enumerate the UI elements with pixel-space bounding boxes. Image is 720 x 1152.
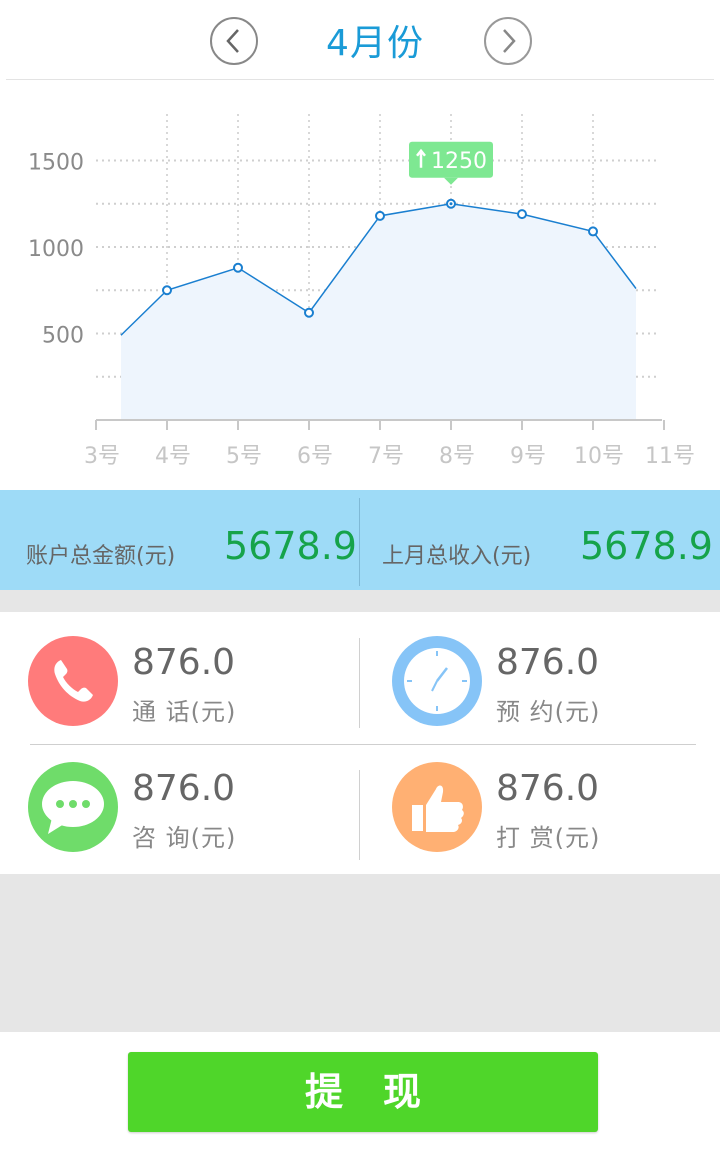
- data-point-center: [449, 202, 453, 206]
- x-tick-label: 11号: [645, 444, 695, 469]
- data-point: [588, 226, 598, 237]
- data-point: [162, 285, 172, 296]
- consult-label: 咨 询(元): [132, 824, 237, 852]
- month-title: 4月份: [326, 23, 424, 64]
- x-tick-label: 8号: [439, 444, 475, 469]
- x-tick-label: 10号: [574, 444, 624, 469]
- last-month-value: 5678.9: [580, 524, 713, 568]
- clock-icon: [392, 636, 482, 726]
- account-total-label: 账户总金额(元): [26, 544, 176, 569]
- bottom-bar: 提现: [0, 1032, 720, 1152]
- chevron-left-icon: [226, 29, 239, 53]
- stats-panel: 876.0 通 话(元) 876.0 预 约(元) 876.0 咨 询(元) 8…: [0, 612, 720, 874]
- last-month-label: 上月总收入(元): [382, 544, 532, 569]
- account-total: 账户总金额(元) 5678.9: [0, 490, 360, 590]
- data-point: [375, 210, 385, 221]
- header: 4月份: [0, 0, 720, 80]
- data-point: [233, 262, 243, 273]
- last-month-income: 上月总收入(元) 5678.9: [360, 490, 720, 590]
- thumbs-up-icon: [392, 762, 482, 852]
- series-area: [121, 203, 636, 420]
- appointment-label: 预 约(元): [496, 698, 601, 726]
- phone-icon: [28, 636, 118, 726]
- income-chart: 3号 4号 5号 6号 7号 8号 9号 10号 11号 500 1000 1500 1250: [0, 80, 720, 490]
- stats-divider-middle: [30, 744, 696, 745]
- stat-consult[interactable]: 876.0 咨 询(元): [28, 762, 358, 862]
- consult-amount: 876.0: [132, 768, 236, 809]
- stats-divider-bottom: [359, 770, 360, 860]
- chevron-right-icon: [503, 29, 516, 53]
- empty-area: [0, 874, 720, 1032]
- x-tick-label: 3号: [84, 444, 120, 469]
- data-point: [304, 307, 314, 318]
- account-total-value: 5678.9: [224, 524, 357, 568]
- stats-divider-top: [359, 638, 360, 728]
- x-tick-label: 9号: [510, 444, 546, 469]
- next-month-button[interactable]: [484, 17, 532, 65]
- appointment-amount: 876.0: [496, 642, 600, 683]
- y-tick-label: 1000: [28, 237, 84, 262]
- call-amount: 876.0: [132, 642, 236, 683]
- y-tick-label: 500: [42, 324, 84, 349]
- reward-label: 打 赏(元): [496, 824, 601, 852]
- tooltip-value: 1250: [431, 149, 487, 174]
- separator-strip: [0, 590, 720, 612]
- prev-month-button[interactable]: [210, 17, 258, 65]
- tooltip-pointer: [444, 177, 458, 185]
- stat-appointment[interactable]: 876.0 预 约(元): [392, 636, 720, 736]
- call-label: 通 话(元): [132, 698, 237, 726]
- stat-reward[interactable]: 876.0 打 赏(元): [392, 762, 720, 862]
- chat-bubble-icon: [28, 762, 118, 852]
- y-tick-label: 1500: [28, 151, 84, 176]
- line-chart: 3号 4号 5号 6号 7号 8号 9号 10号 11号 500 1000 1500 1250: [28, 114, 695, 469]
- stat-call[interactable]: 876.0 通 话(元): [28, 636, 358, 736]
- reward-amount: 876.0: [496, 768, 600, 809]
- data-point: [517, 209, 527, 220]
- x-tick-label: 4号: [155, 444, 191, 469]
- x-tick-label: 6号: [297, 444, 333, 469]
- withdraw-button[interactable]: 提现: [128, 1052, 598, 1132]
- summary-band: 账户总金额(元) 5678.9 上月总收入(元) 5678.9: [0, 490, 720, 590]
- x-tick-label: 7号: [368, 444, 404, 469]
- x-tick-label: 5号: [226, 444, 262, 469]
